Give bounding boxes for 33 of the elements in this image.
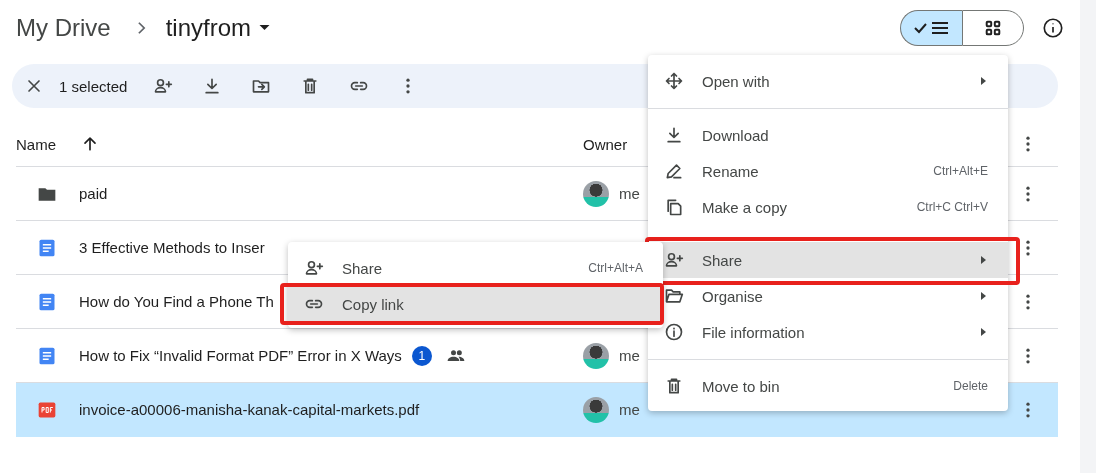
column-header[interactable]: Owner <box>583 135 628 153</box>
shortcut-text: Ctrl+Alt+E <box>933 164 988 178</box>
info-icon[interactable] <box>1042 17 1064 39</box>
file-name: paid <box>79 185 108 202</box>
owner-name: me <box>619 185 640 202</box>
dropdown-icon[interactable] <box>259 25 271 31</box>
breadcrumb-root[interactable]: My Drive <box>16 14 111 42</box>
count-badge: 1 <box>411 345 432 366</box>
doc-icon <box>37 237 57 258</box>
owner-name: me <box>619 401 640 418</box>
avatar <box>583 396 609 423</box>
file-name: 3 Effective Methods to Inser <box>79 239 265 256</box>
folder-title[interactable]: tinyfrom <box>165 14 252 42</box>
avatar <box>583 342 609 369</box>
grid-icon <box>984 19 1002 37</box>
column-header[interactable]: Name <box>16 134 100 154</box>
list-view-button[interactable] <box>900 10 962 46</box>
file-name: How to Fix “Invalid Format PDF” Error in X Ways <box>79 347 402 364</box>
grid-view-button[interactable] <box>962 10 1024 46</box>
avatar <box>583 180 609 207</box>
doc-icon <box>37 291 57 312</box>
menu-item[interactable]: Open with <box>648 63 1008 99</box>
add-person-icon[interactable] <box>153 76 174 96</box>
menu-item[interactable]: Copy link <box>288 286 663 322</box>
shortcut-text: Ctrl+Alt+A <box>588 261 643 275</box>
file-name: How do You Find a Phone Th <box>79 293 274 310</box>
selection-count: 1 selected <box>59 77 128 95</box>
chevron-icon <box>136 21 146 35</box>
file-name: invoice-a00006-manisha-kanak-capital-markets.pdf <box>79 401 420 418</box>
shortcut-text: Ctrl+C Ctrl+V <box>916 200 988 214</box>
menu-item[interactable]: Download <box>648 117 1008 153</box>
doc-icon <box>37 345 57 366</box>
owner-name: me <box>619 347 640 364</box>
